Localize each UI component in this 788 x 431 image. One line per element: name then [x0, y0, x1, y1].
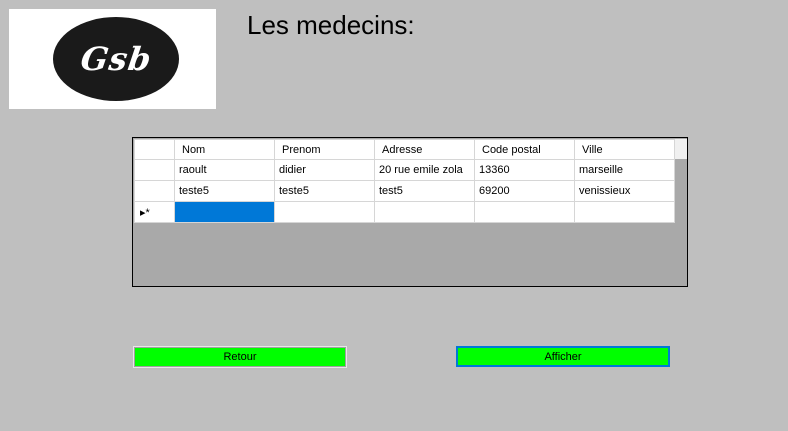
row-header[interactable]: [134, 180, 175, 202]
cell-prenom-new[interactable]: [274, 201, 375, 223]
cell-code-postal[interactable]: 13360: [474, 159, 575, 181]
retour-button[interactable]: Retour: [133, 346, 347, 368]
cell-adresse[interactable]: test5: [374, 180, 475, 202]
cell-code-postal[interactable]: 69200: [474, 180, 575, 202]
cell-nom-new[interactable]: [174, 201, 275, 223]
row-header[interactable]: [134, 159, 175, 181]
new-row-indicator-icon: ▸*: [134, 201, 175, 223]
column-header-code-postal[interactable]: Code postal: [474, 139, 575, 160]
datagrid-table: Nom Prenom Adresse Code postal Ville rao…: [134, 139, 675, 223]
table-row[interactable]: raoult didier 20 rue emile zola 13360 ma…: [134, 159, 675, 181]
new-row[interactable]: ▸*: [134, 201, 675, 223]
cell-nom[interactable]: raoult: [174, 159, 275, 181]
logo-panel: Gsb: [9, 9, 216, 109]
cell-nom[interactable]: teste5: [174, 180, 275, 202]
gsb-logo: Gsb: [53, 17, 179, 101]
cell-ville[interactable]: marseille: [574, 159, 675, 181]
table-row[interactable]: teste5 teste5 test5 69200 venissieux: [134, 180, 675, 202]
medecins-datagrid[interactable]: Nom Prenom Adresse Code postal Ville rao…: [132, 137, 688, 287]
cell-code-postal-new[interactable]: [474, 201, 575, 223]
cell-adresse[interactable]: 20 rue emile zola: [374, 159, 475, 181]
grid-header-scroll-corner: [674, 139, 687, 159]
column-header-prenom[interactable]: Prenom: [274, 139, 375, 160]
cell-prenom[interactable]: didier: [274, 159, 375, 181]
column-header-nom[interactable]: Nom: [174, 139, 275, 160]
column-header-adresse[interactable]: Adresse: [374, 139, 475, 160]
header-row: Nom Prenom Adresse Code postal Ville: [134, 139, 675, 160]
row-header-corner[interactable]: [134, 139, 175, 160]
cell-ville[interactable]: venissieux: [574, 180, 675, 202]
column-header-ville[interactable]: Ville: [574, 139, 675, 160]
cell-prenom[interactable]: teste5: [274, 180, 375, 202]
afficher-button[interactable]: Afficher: [456, 346, 670, 367]
cell-ville-new[interactable]: [574, 201, 675, 223]
page-title: Les medecins:: [247, 10, 415, 40]
logo-text: Gsb: [77, 40, 155, 78]
cell-adresse-new[interactable]: [374, 201, 475, 223]
